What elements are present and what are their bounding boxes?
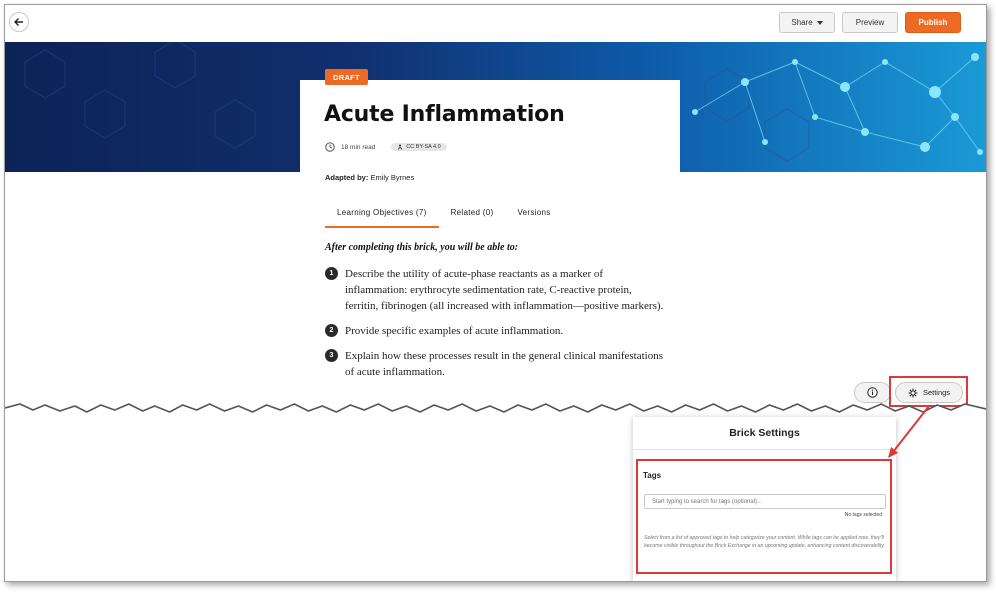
info-icon [867,387,878,398]
share-label: Share [791,18,813,27]
list-item: 1 Describe the utility of acute-phase re… [325,266,665,314]
panel-divider [633,449,896,450]
arrow-left-icon [14,18,23,26]
objectives-intro: After completing this brick, you will be… [325,242,519,253]
brick-settings-panel: Brick Settings Tags Start typing to sear… [633,417,896,581]
license-label: CC BY-SA 4.0 [406,144,441,150]
list-item: 3 Explain how these processes result in … [325,348,665,380]
tags-search-input[interactable]: Start typing to search for tags (optiona… [644,494,886,509]
item-number: 1 [325,267,338,280]
adapted-by-label: Adapted by: [325,173,369,182]
tab-learning-objectives[interactable]: Learning Objectives (7) [325,205,439,228]
item-number: 2 [325,324,338,337]
preview-button[interactable]: Preview [842,12,898,33]
gear-icon [908,388,918,397]
read-time: 18 min read [341,143,376,151]
publish-button[interactable]: Publish [905,12,961,33]
caret-down-icon [816,20,823,25]
license-badge: CC BY-SA 4.0 [391,143,447,151]
settings-label: Settings [922,388,951,397]
back-button[interactable] [9,12,29,32]
top-bar: Share Preview Publish [5,5,986,42]
adapted-by: Adapted by: Emily Byrnes [325,173,414,182]
status-badge: DRAFT [325,69,368,85]
brick-meta: 18 min read CC BY-SA 4.0 [325,142,447,152]
license-icon [398,144,403,150]
tags-help-text: Select from a list of approved tags to h… [644,535,885,549]
item-text: Provide specific examples of acute infla… [345,325,564,337]
tags-label: Tags [643,471,662,480]
item-text: Describe the utility of acute-phase reac… [345,268,664,312]
clock-icon [325,142,335,152]
objectives-list: 1 Describe the utility of acute-phase re… [325,266,665,389]
panel-title: Brick Settings [729,427,800,439]
content-tabs: Learning Objectives (7) Related (0) Vers… [325,205,563,228]
item-text: Explain how these processes result in th… [345,350,663,378]
adapted-by-name: Emily Byrnes [370,173,415,182]
tab-versions[interactable]: Versions [505,205,562,228]
app-window: Share Preview Publish DRAFT Acute Inflam… [4,4,987,582]
list-item: 2 Provide specific examples of acute inf… [325,323,665,339]
page-title: Acute Inflammation [324,102,565,127]
share-button[interactable]: Share [779,12,835,33]
item-number: 3 [325,349,338,362]
tab-related[interactable]: Related (0) [439,205,506,228]
no-tags-text: No tags selected [844,512,882,518]
